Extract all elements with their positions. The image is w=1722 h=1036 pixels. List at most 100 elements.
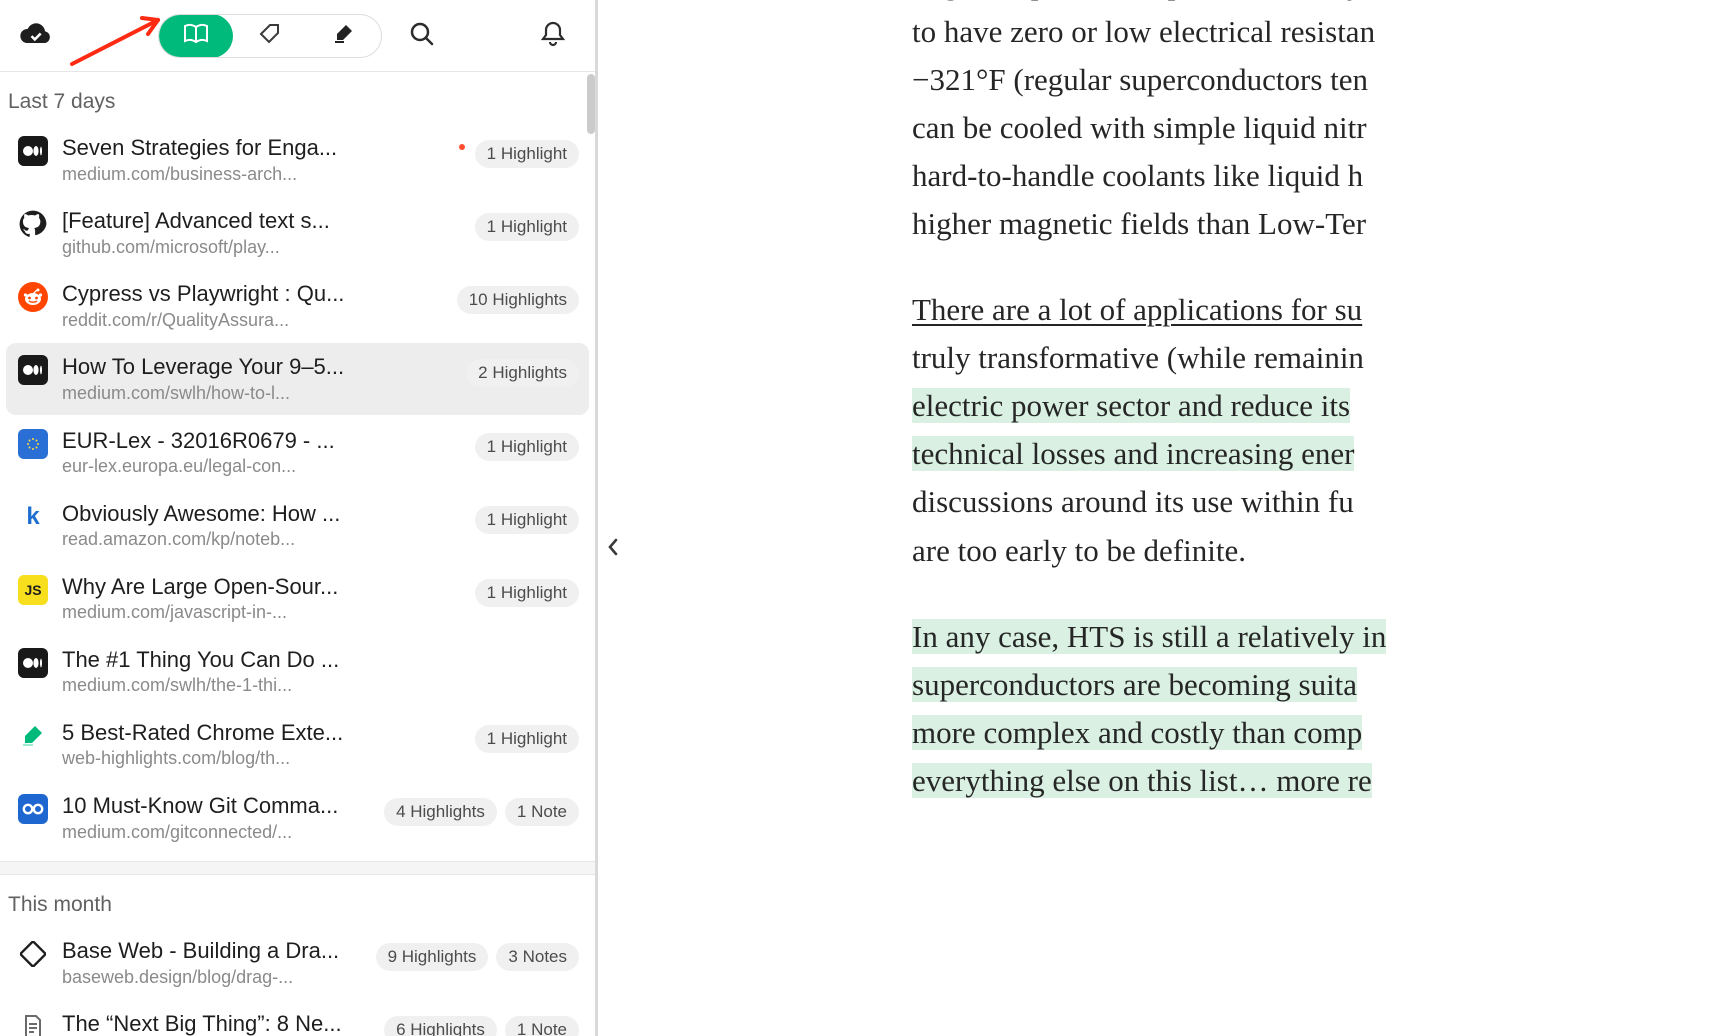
document-icon: [18, 1012, 48, 1036]
article-text: higher magnetic fields than Low-Ter: [912, 206, 1366, 241]
list-item[interactable]: Seven Strategies for Enga...medium.com/b…: [6, 124, 589, 195]
list-item-badges: 1 Highlight: [475, 579, 579, 607]
eu-flag-icon: [18, 429, 48, 459]
search-button[interactable]: [400, 14, 444, 58]
list-item-title: 5 Best-Rated Chrome Exte...: [62, 719, 362, 747]
medium-icon: [18, 355, 48, 385]
count-badge: 9 Highlights: [376, 943, 489, 971]
list-item-badges: 1 Highlight: [475, 140, 579, 168]
medium-icon: [18, 136, 48, 166]
notifications-button[interactable]: [531, 14, 575, 58]
article-text: are too early to be definite.: [912, 533, 1246, 568]
count-badge: 1 Highlight: [475, 506, 579, 534]
section-divider: [0, 861, 595, 875]
list-item-title: Cypress vs Playwright : Qu...: [62, 280, 362, 308]
count-badge: 1 Highlight: [475, 725, 579, 753]
article-text: can be cooled with simple liquid nitr: [912, 110, 1367, 145]
view-mode-tags[interactable]: [233, 14, 307, 58]
list-item-main: Obviously Awesome: How ...read.amazon.co…: [62, 500, 475, 551]
article-text: −321°F (regular superconductors ten: [912, 62, 1368, 97]
collapse-sidebar-button[interactable]: [596, 520, 630, 576]
list-item-title: Obviously Awesome: How ...: [62, 500, 362, 528]
kindle-icon: k: [18, 502, 48, 532]
article-text: hard-to-handle coolants like liquid h: [912, 158, 1363, 193]
article-highlight[interactable]: more complex and costly than comp: [912, 715, 1362, 750]
list-item[interactable]: Base Web - Building a Dra...baseweb.desi…: [6, 927, 589, 998]
view-mode-pages[interactable]: [159, 14, 233, 58]
list-item[interactable]: The “Next Big Thing”: 8 Ne...medium.data…: [6, 1000, 589, 1036]
list-item-title: 10 Must-Know Git Comma...: [62, 792, 362, 820]
js-icon: JS: [18, 575, 48, 605]
count-badge: 4 Highlights: [384, 798, 497, 826]
count-badge: 3 Notes: [496, 943, 579, 971]
highlighter-app-icon: [18, 721, 48, 751]
medium-icon: [18, 648, 48, 678]
count-badge: 1 Highlight: [475, 213, 579, 241]
article-highlight[interactable]: superconductors are becoming suita: [912, 667, 1357, 702]
book-open-icon: [183, 23, 209, 48]
app-root: Last 7 daysSeven Strategies for Enga...m…: [0, 0, 1722, 1036]
pages-list[interactable]: Last 7 daysSeven Strategies for Enga...m…: [0, 72, 595, 1036]
list-item-title: [Feature] Advanced text s...: [62, 207, 362, 235]
article-pane[interactable]: High-temperature superconductivity to ha…: [598, 0, 1722, 1036]
list-item-main: 5 Best-Rated Chrome Exte...web-highlight…: [62, 719, 475, 770]
list-item-main: [Feature] Advanced text s...github.com/m…: [62, 207, 475, 258]
article-text: to have zero or low electrical resistan: [912, 14, 1375, 49]
list-item-title: EUR-Lex - 32016R0679 - ...: [62, 427, 362, 455]
count-badge: 6 Highlights: [384, 1016, 497, 1036]
article-highlight[interactable]: everything else on this list… more re: [912, 763, 1372, 798]
view-mode-highlights[interactable]: [307, 14, 381, 58]
toolbar: [0, 0, 595, 71]
list-item-badges: 2 Highlights: [466, 359, 579, 387]
tag-icon: [258, 22, 282, 49]
count-badge: 1 Note: [505, 798, 579, 826]
github-icon: [18, 209, 48, 239]
list-item[interactable]: 10 Must-Know Git Comma...medium.com/gitc…: [6, 782, 589, 853]
list-item-url: medium.com/javascript-in-...: [62, 602, 302, 624]
list-item[interactable]: Cypress vs Playwright : Qu...reddit.com/…: [6, 270, 589, 341]
sidebar: Last 7 daysSeven Strategies for Enga...m…: [0, 0, 598, 1036]
gitconnected-icon: [18, 794, 48, 824]
view-mode-segmented: [158, 14, 382, 58]
count-badge: 1 Highlight: [475, 140, 579, 168]
list-item-title: The #1 Thing You Can Do ...: [62, 646, 362, 674]
list-item[interactable]: JS Why Are Large Open-Sour...medium.com/j…: [6, 563, 589, 634]
reddit-icon: [18, 282, 48, 312]
list-item-title: The “Next Big Thing”: 8 Ne...: [62, 1010, 362, 1036]
list-item-badges: 1 Highlight: [475, 433, 579, 461]
list-item[interactable]: 5 Best-Rated Chrome Exte...web-highlight…: [6, 709, 589, 780]
article-body: High-temperature superconductivity to ha…: [912, 0, 1722, 843]
count-badge: 1 Note: [505, 1016, 579, 1036]
list-item[interactable]: EUR-Lex - 32016R0679 - ...eur-lex.europa…: [6, 417, 589, 488]
list-item-main: Seven Strategies for Enga...medium.com/b…: [62, 134, 459, 185]
list-item-url: medium.com/swlh/how-to-l...: [62, 383, 302, 405]
chevron-left-icon: [606, 537, 620, 560]
list-item-main: Base Web - Building a Dra...baseweb.desi…: [62, 937, 376, 988]
list-item-main: EUR-Lex - 32016R0679 - ...eur-lex.europa…: [62, 427, 475, 478]
list-item-badges: 1 Highlight: [475, 213, 579, 241]
list-item[interactable]: How To Leverage Your 9–5...medium.com/sw…: [6, 343, 589, 414]
list-item-title: Base Web - Building a Dra...: [62, 937, 362, 965]
list-item[interactable]: k Obviously Awesome: How ...read.amazon.c…: [6, 490, 589, 561]
cloud-check-icon: [19, 22, 53, 49]
unread-dot: [459, 144, 465, 150]
sync-status-button[interactable]: [14, 19, 58, 53]
list-item[interactable]: The #1 Thing You Can Do ...medium.com/sw…: [6, 636, 589, 707]
count-badge: 1 Highlight: [475, 579, 579, 607]
list-item-main: Cypress vs Playwright : Qu...reddit.com/…: [62, 280, 457, 331]
article-highlight[interactable]: In any case, HTS is still a relatively i…: [912, 619, 1386, 654]
list-item-url: medium.com/business-arch...: [62, 164, 302, 186]
article-text: discussions around its use within fu: [912, 484, 1354, 519]
list-item-main: Why Are Large Open-Sour...medium.com/jav…: [62, 573, 475, 624]
list-item-title: Seven Strategies for Enga...: [62, 134, 362, 162]
list-item[interactable]: [Feature] Advanced text s...github.com/m…: [6, 197, 589, 268]
list-item-badges: 1 Highlight: [475, 506, 579, 534]
article-link[interactable]: There are a lot of applications for su: [912, 292, 1362, 327]
list-item-badges: 10 Highlights: [457, 286, 579, 314]
article-text: truly transformative (while remainin: [912, 340, 1364, 375]
count-badge: 10 Highlights: [457, 286, 579, 314]
article-highlight[interactable]: electric power sector and reduce its: [912, 388, 1350, 423]
article-highlight[interactable]: technical losses and increasing ener: [912, 436, 1354, 471]
list-item-main: The #1 Thing You Can Do ...medium.com/sw…: [62, 646, 579, 697]
list-item-main: How To Leverage Your 9–5...medium.com/sw…: [62, 353, 466, 404]
